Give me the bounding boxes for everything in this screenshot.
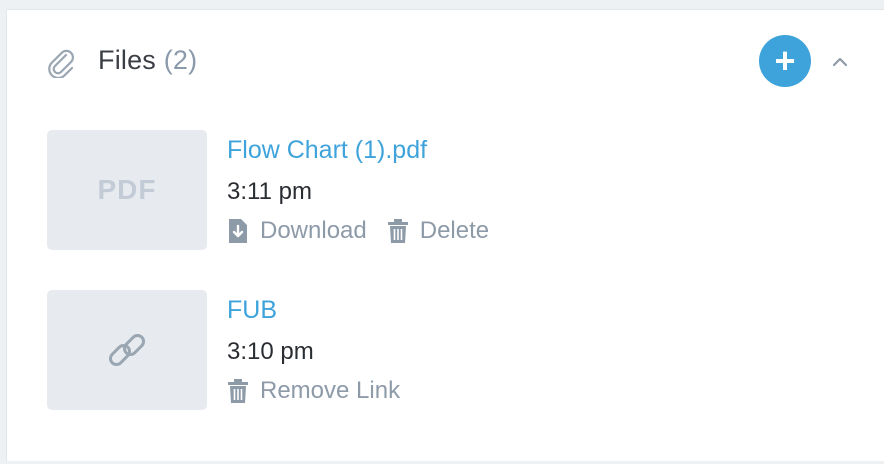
link-thumbnail[interactable]: [47, 290, 207, 410]
file-thumbnail[interactable]: PDF: [47, 130, 207, 250]
file-actions: Download Delete: [227, 216, 509, 246]
link-icon: [108, 333, 146, 367]
file-item: FUB 3:10 pm Remove Link: [47, 290, 847, 412]
paperclip-icon: [48, 49, 74, 78]
chevron-up-icon[interactable]: [825, 48, 855, 74]
delete-button[interactable]: Delete: [387, 217, 489, 245]
files-header: Files (2) +: [7, 10, 884, 110]
file-timestamp: 3:10 pm: [227, 338, 314, 365]
file-actions: Remove Link: [227, 376, 420, 406]
file-name-link[interactable]: FUB: [227, 296, 277, 325]
file-item: PDF Flow Chart (1).pdf 3:11 pm Download …: [47, 130, 847, 252]
file-timestamp: 3:11 pm: [227, 178, 312, 205]
file-count: (2): [163, 45, 198, 75]
trash-icon: [228, 379, 248, 403]
trash-icon: [387, 219, 408, 243]
download-label: Download: [260, 217, 367, 244]
section-title-label: Files: [98, 45, 157, 75]
remove-link-button[interactable]: Remove Link: [227, 377, 400, 405]
pdf-thumbnail-label: PDF: [97, 174, 157, 205]
download-icon: [229, 219, 247, 243]
files-panel: Files (2) + PDF Flow Chart (1).pdf 3:11 …: [6, 9, 884, 461]
section-title: Files (2): [98, 45, 197, 76]
download-button[interactable]: Download: [227, 217, 367, 245]
delete-label: Delete: [419, 217, 490, 244]
file-name-link[interactable]: Flow Chart (1).pdf: [227, 136, 427, 165]
remove-link-label: Remove Link: [260, 377, 401, 404]
add-file-button[interactable]: +: [759, 35, 811, 87]
